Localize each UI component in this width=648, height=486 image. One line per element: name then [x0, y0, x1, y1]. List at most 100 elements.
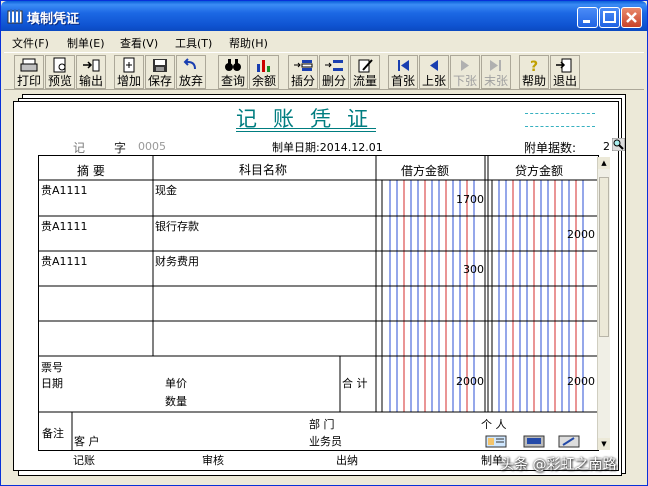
bill-no-label: 票号	[41, 361, 63, 374]
unit-price-label: 单价	[165, 377, 187, 390]
discard-button[interactable]: 放弃	[176, 55, 206, 89]
title-bar[interactable]: 填制凭证	[1, 1, 647, 31]
last-button[interactable]: 末张	[481, 55, 511, 89]
menu-voucher[interactable]: 制单(E)	[67, 35, 105, 51]
scroll-down-arrow[interactable]: ▼	[598, 438, 610, 450]
help-button[interactable]: ? 帮助	[519, 55, 549, 89]
help-icon: ?	[530, 59, 538, 74]
app-icon	[7, 9, 23, 24]
minimize-button[interactable]	[577, 7, 598, 28]
total-debit: 2000	[456, 375, 484, 388]
close-button[interactable]	[621, 7, 642, 28]
account-column-header: 科目名称	[239, 163, 288, 177]
preview-button[interactable]: 预览	[45, 55, 75, 89]
add-button[interactable]: 增加	[114, 55, 144, 89]
print-button[interactable]: 打印	[14, 55, 44, 89]
magnifier-icon[interactable]	[612, 138, 625, 151]
dashed-line	[525, 126, 595, 127]
maximize-icon	[603, 11, 616, 23]
row-3-summary[interactable]: 贵A1111	[41, 253, 88, 269]
person-label: 个 人	[481, 418, 507, 431]
voucher-entry-table: 摘 要 科目名称 借方金额 贷方金额 贵A1111 现金 1700 贵A1111…	[38, 155, 599, 451]
title-underline	[236, 128, 376, 129]
first-button[interactable]: 首张	[388, 55, 418, 89]
row-1-summary[interactable]: 贵A1111	[41, 182, 88, 198]
scroll-up-arrow[interactable]: ▲	[598, 157, 610, 169]
remark-label: 备注	[42, 427, 64, 440]
salesman-label: 业务员	[309, 435, 342, 448]
first-page-icon	[398, 60, 409, 71]
next-button[interactable]: 下张	[450, 55, 480, 89]
query-button[interactable]: 查询	[218, 55, 248, 89]
row-2-summary[interactable]: 贵A1111	[41, 218, 88, 234]
total-credit: 2000	[567, 375, 595, 388]
auditor-label: 审核	[202, 454, 224, 467]
bookkeeper-label: 记账	[73, 454, 95, 467]
row-1-debit[interactable]: 1700	[419, 193, 484, 206]
window-title: 填制凭证	[27, 12, 80, 27]
delete-row-icon	[325, 60, 343, 71]
binoculars-icon	[225, 59, 241, 71]
menu-bar: 文件(F) 制单(E) 查看(V) 工具(T) 帮助(H)	[4, 32, 644, 51]
exit-door-icon	[556, 58, 572, 73]
prev-button[interactable]: 上张	[419, 55, 449, 89]
row-2-credit[interactable]: 2000	[529, 228, 595, 241]
minimize-icon	[583, 20, 590, 23]
menu-file[interactable]: 文件(F)	[12, 35, 49, 51]
table-lines	[39, 156, 598, 450]
row-1-account[interactable]: 现金	[155, 182, 177, 198]
delete-entry-button[interactable]: 删分	[319, 55, 349, 89]
card-reader-icon[interactable]	[523, 435, 545, 448]
contact-card-icon[interactable]	[485, 435, 507, 448]
menu-help[interactable]: 帮助(H)	[229, 35, 268, 51]
balance-button[interactable]: 余额	[249, 55, 279, 89]
save-button[interactable]: 保存	[145, 55, 175, 89]
dashed-line	[525, 113, 595, 114]
menu-view[interactable]: 查看(V)	[120, 35, 158, 51]
date-label: 日期	[41, 377, 63, 390]
export-icon	[83, 59, 100, 72]
debit-column-header: 借方金额	[401, 164, 450, 178]
department-label: 部 门	[309, 418, 335, 431]
pen-document-icon	[358, 59, 373, 73]
row-2-account[interactable]: 银行存款	[155, 218, 199, 234]
credit-column-header: 贷方金额	[515, 164, 564, 178]
customer-label: 客 户	[74, 435, 100, 448]
next-page-icon	[461, 60, 469, 71]
flow-button[interactable]: 流量	[350, 55, 380, 89]
watermark: 头条 @彩虹之南路	[500, 457, 617, 473]
export-button[interactable]: 输出	[76, 55, 106, 89]
attachments-field[interactable]: 2	[603, 140, 610, 153]
menu-tools[interactable]: 工具(T)	[175, 35, 212, 51]
new-document-icon	[123, 57, 135, 73]
total-label: 合 计	[342, 377, 368, 390]
last-page-icon	[490, 60, 501, 71]
attachments-label: 附单据数:	[524, 141, 577, 155]
voucher-date-field[interactable]: 制单日期:2014.12.01	[272, 139, 383, 155]
vertical-scrollbar[interactable]: ▲ ▼	[597, 157, 610, 450]
prev-page-icon	[430, 60, 438, 71]
undo-icon	[183, 58, 196, 70]
voucher-no-field[interactable]: 0005	[138, 140, 166, 153]
summary-column-header: 摘 要	[77, 164, 105, 178]
bar-chart-icon	[257, 60, 270, 72]
svg-text:?: ?	[530, 59, 538, 74]
maximize-button[interactable]	[599, 7, 620, 28]
row-3-account[interactable]: 财务费用	[155, 253, 199, 269]
scroll-thumb[interactable]	[599, 177, 609, 337]
close-icon	[626, 12, 637, 23]
exit-button[interactable]: 退出	[550, 55, 580, 89]
voucher-type-field[interactable]: 记	[73, 139, 85, 156]
voucher-no-label: 字	[114, 141, 127, 155]
cashier-label: 出纳	[336, 454, 358, 467]
floppy-disk-icon	[153, 59, 167, 72]
quantity-label: 数量	[165, 395, 187, 408]
insert-row-icon	[294, 60, 313, 71]
printer-icon	[20, 58, 38, 72]
title-underline	[236, 131, 376, 132]
toolbar: 打印 预览 输出 增加 保存 放弃 查询 余额 插分 删分 流量 首张 上张 下…	[4, 52, 644, 90]
insert-entry-button[interactable]: 插分	[288, 55, 318, 89]
pencil-card-icon[interactable]	[558, 435, 580, 448]
preview-icon	[53, 57, 66, 73]
row-3-debit[interactable]: 300	[419, 263, 484, 276]
